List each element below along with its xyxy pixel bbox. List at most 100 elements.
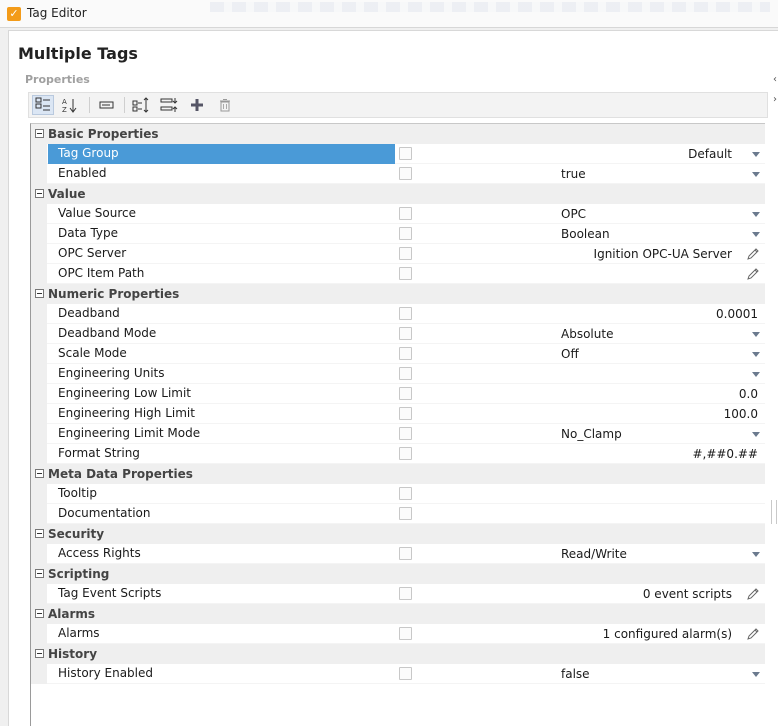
dropdown-arrow-icon[interactable] xyxy=(752,372,760,377)
override-checkbox[interactable] xyxy=(399,167,412,180)
override-checkbox[interactable] xyxy=(399,147,412,160)
collapse-toggle-icon[interactable] xyxy=(35,289,44,298)
property-row[interactable]: Tag Event Scripts 0 event scripts xyxy=(31,584,765,604)
window-titlebar[interactable]: ✓ Tag Editor xyxy=(0,0,778,28)
property-row[interactable]: Deadband Mode Absolute xyxy=(31,324,765,344)
toggle-description-button[interactable] xyxy=(96,95,118,115)
pencil-edit-icon[interactable] xyxy=(746,247,760,261)
override-checkbox[interactable] xyxy=(399,427,412,440)
property-value[interactable]: Absolute xyxy=(561,324,613,344)
dropdown-arrow-icon[interactable] xyxy=(752,352,760,357)
delete-property-button[interactable] xyxy=(214,95,236,115)
row-gutter xyxy=(31,444,47,464)
pencil-edit-icon[interactable] xyxy=(746,627,760,641)
property-value[interactable]: Read/Write xyxy=(561,544,627,564)
collapse-toggle-icon[interactable] xyxy=(35,529,44,538)
property-row[interactable]: Documentation xyxy=(31,504,765,524)
property-value[interactable]: Off xyxy=(561,344,579,364)
property-value[interactable]: 0 event scripts xyxy=(643,584,732,604)
override-checkbox[interactable] xyxy=(399,387,412,400)
dropdown-arrow-icon[interactable] xyxy=(752,172,760,177)
property-row[interactable]: Data Type Boolean xyxy=(31,224,765,244)
categorized-view-button[interactable] xyxy=(32,95,54,115)
property-value[interactable]: 0.0001 xyxy=(716,304,758,324)
collapse-toggle-icon[interactable] xyxy=(35,609,44,618)
property-row[interactable]: Alarms 1 configured alarm(s) xyxy=(31,624,765,644)
override-checkbox[interactable] xyxy=(399,487,412,500)
property-value[interactable]: 100.0 xyxy=(724,404,758,424)
override-checkbox[interactable] xyxy=(399,627,412,640)
property-value[interactable]: OPC xyxy=(561,204,586,224)
pencil-edit-icon[interactable] xyxy=(746,587,760,601)
property-group-header[interactable]: Scripting xyxy=(31,564,765,584)
property-value[interactable]: 0.0 xyxy=(739,384,758,404)
property-row[interactable]: Tag Group Default xyxy=(31,144,765,164)
dropdown-arrow-icon[interactable] xyxy=(752,672,760,677)
collapse-toggle-icon[interactable] xyxy=(35,189,44,198)
add-property-button[interactable] xyxy=(186,95,208,115)
property-row[interactable]: Engineering Units xyxy=(31,364,765,384)
property-row[interactable]: OPC Server Ignition OPC-UA Server xyxy=(31,244,765,264)
override-checkbox[interactable] xyxy=(399,267,412,280)
toolbar-separator xyxy=(89,97,90,113)
property-row[interactable]: Engineering High Limit 100.0 xyxy=(31,404,765,424)
scrollbar-grip[interactable] xyxy=(771,500,777,524)
override-checkbox[interactable] xyxy=(399,447,412,460)
override-checkbox[interactable] xyxy=(399,507,412,520)
property-row[interactable]: Deadband 0.0001 xyxy=(31,304,765,324)
property-value[interactable]: 1 configured alarm(s) xyxy=(603,624,732,644)
dropdown-arrow-icon[interactable] xyxy=(752,332,760,337)
property-group-header[interactable]: Value xyxy=(31,184,765,204)
property-row[interactable]: OPC Item Path xyxy=(31,264,765,284)
property-row[interactable]: Tooltip xyxy=(31,484,765,504)
property-value[interactable]: No_Clamp xyxy=(561,424,622,444)
override-checkbox[interactable] xyxy=(399,407,412,420)
property-value[interactable]: #,##0.## xyxy=(692,444,758,464)
collapse-toggle-icon[interactable] xyxy=(35,129,44,138)
property-row[interactable]: Access Rights Read/Write xyxy=(31,544,765,564)
dropdown-arrow-icon[interactable] xyxy=(752,152,760,157)
property-group-header[interactable]: Numeric Properties xyxy=(31,284,765,304)
dropdown-arrow-icon[interactable] xyxy=(752,232,760,237)
dropdown-arrow-icon[interactable] xyxy=(752,552,760,557)
expand-all-button[interactable] xyxy=(130,95,152,115)
property-row[interactable]: Enabled true xyxy=(31,164,765,184)
collapse-toggle-icon[interactable] xyxy=(35,569,44,578)
dropdown-arrow-icon[interactable] xyxy=(752,432,760,437)
pencil-edit-icon[interactable] xyxy=(746,267,760,281)
override-checkbox[interactable] xyxy=(399,307,412,320)
chevron-left-icon[interactable]: ‹ xyxy=(773,74,777,85)
override-checkbox[interactable] xyxy=(399,347,412,360)
override-checkbox[interactable] xyxy=(399,587,412,600)
collapse-toggle-icon[interactable] xyxy=(35,649,44,658)
property-row[interactable]: Engineering Low Limit 0.0 xyxy=(31,384,765,404)
property-group-header[interactable]: History xyxy=(31,644,765,664)
property-row[interactable]: History Enabled false xyxy=(31,664,765,684)
property-value[interactable]: Boolean xyxy=(561,224,610,244)
property-row[interactable]: Scale Mode Off xyxy=(31,344,765,364)
property-group-header[interactable]: Security xyxy=(31,524,765,544)
property-group-header[interactable]: Meta Data Properties xyxy=(31,464,765,484)
alphabetical-sort-button[interactable]: AZ xyxy=(59,95,81,115)
override-checkbox[interactable] xyxy=(399,207,412,220)
override-checkbox[interactable] xyxy=(399,547,412,560)
chevron-right-icon[interactable]: › xyxy=(773,94,777,105)
property-row[interactable]: Value Source OPC xyxy=(31,204,765,224)
collapse-toggle-icon[interactable] xyxy=(35,469,44,478)
property-value[interactable]: Default xyxy=(688,144,732,164)
property-group-header[interactable]: Alarms xyxy=(31,604,765,624)
override-checkbox[interactable] xyxy=(399,327,412,340)
property-value[interactable]: Ignition OPC-UA Server xyxy=(594,244,732,264)
group-label: Scripting xyxy=(48,567,110,581)
collapse-all-button[interactable] xyxy=(158,95,180,115)
property-row[interactable]: Engineering Limit Mode No_Clamp xyxy=(31,424,765,444)
property-row[interactable]: Format String #,##0.## xyxy=(31,444,765,464)
override-checkbox[interactable] xyxy=(399,667,412,680)
property-value[interactable]: false xyxy=(561,664,590,684)
property-group-header[interactable]: Basic Properties xyxy=(31,124,765,144)
override-checkbox[interactable] xyxy=(399,367,412,380)
override-checkbox[interactable] xyxy=(399,247,412,260)
property-value[interactable]: true xyxy=(561,164,586,184)
dropdown-arrow-icon[interactable] xyxy=(752,212,760,217)
override-checkbox[interactable] xyxy=(399,227,412,240)
